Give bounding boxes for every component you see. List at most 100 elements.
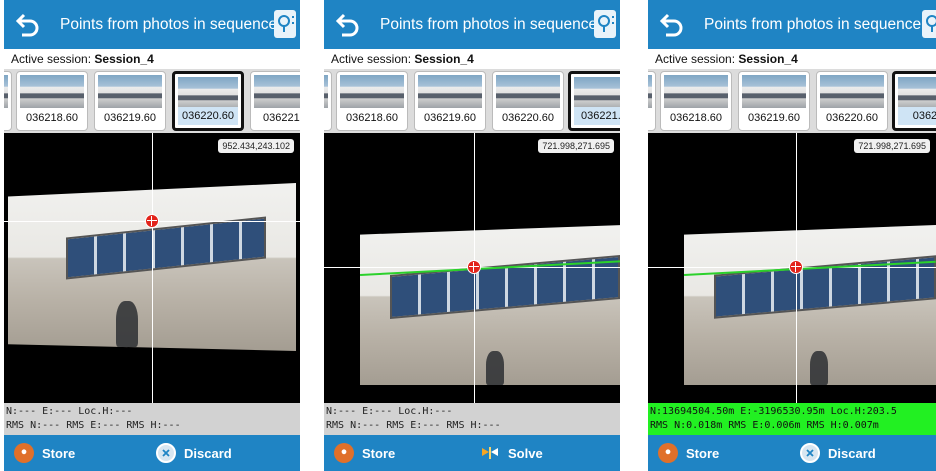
image-coordinate-readout: 952.434,243.102 xyxy=(218,139,294,153)
photo-thumbnail[interactable]: 036219.60 xyxy=(94,71,166,131)
photo-thumbnail[interactable]: 036219.60 xyxy=(414,71,486,131)
photo-thumbnail[interactable]: 036220.60 xyxy=(492,71,564,131)
session-name: Session_4 xyxy=(414,52,474,66)
thumbnail-label: 036220.60 xyxy=(178,107,238,125)
solve-button[interactable]: Solve xyxy=(480,435,543,471)
result-rms-line: RMS N:--- RMS E:--- RMS H:--- xyxy=(6,420,181,431)
photo-strip[interactable]: 036218.60 036219.60 036220.60 036221.6 xyxy=(324,69,620,133)
map-pin-menu-icon[interactable] xyxy=(274,10,296,38)
point-marker-icon[interactable] xyxy=(789,260,803,274)
thumbnail-image xyxy=(496,75,560,108)
photo-thumbnail[interactable]: 036220.60 xyxy=(816,71,888,131)
thumbnail-image xyxy=(820,75,884,108)
screen-title: Points from photos in sequence xyxy=(704,16,922,33)
session-label: Active session: xyxy=(11,52,92,66)
photo-thumbnail[interactable]: 036218.60 xyxy=(16,71,88,131)
thumbnail-image xyxy=(418,75,482,108)
app-screen-2: Points from photos in sequence Active se… xyxy=(324,0,620,471)
screen-title: Points from photos in sequence xyxy=(60,16,278,33)
back-arrow-icon[interactable] xyxy=(12,9,44,41)
thumbnail-image xyxy=(574,77,620,110)
active-session-bar: Active session: Session_4 xyxy=(324,49,620,69)
thumbnail-label: 036219.60 xyxy=(424,112,476,124)
title-bar: Points from photos in sequence xyxy=(648,0,936,49)
bottom-action-bar: Store Discard xyxy=(4,435,300,471)
thumbnail-label: 036219.60 xyxy=(104,112,156,124)
photo-thumbnail[interactable] xyxy=(4,71,12,131)
discard-button-label: Discard xyxy=(184,445,232,461)
photo-thumbnail[interactable]: 036218.60 xyxy=(336,71,408,131)
store-pin-icon xyxy=(14,443,34,463)
building-photo xyxy=(684,225,936,385)
thumbnail-label: 036218.60 xyxy=(346,112,398,124)
thumbnail-image xyxy=(664,75,728,108)
photo-thumbnail-selected[interactable]: 036221.6 xyxy=(568,71,620,131)
solve-button-label: Solve xyxy=(508,445,543,461)
photo-thumbnail-selected[interactable]: 036220.60 xyxy=(172,71,244,131)
result-rms-line: RMS N:--- RMS E:--- RMS H:--- xyxy=(326,420,501,431)
discard-x-icon xyxy=(800,443,820,463)
store-button[interactable]: Store xyxy=(658,435,719,471)
photo-strip[interactable]: 036218.60 036219.60 036220.60 036221.6 xyxy=(4,69,300,133)
discard-button[interactable]: Discard xyxy=(800,435,876,471)
app-screen-1: Points from photos in sequence Active se… xyxy=(4,0,300,471)
back-arrow-icon[interactable] xyxy=(332,9,364,41)
coordinate-result-panel: N:13694504.50m E:-3196530.95m Loc.H:203.… xyxy=(648,403,936,435)
thumbnail-label: 03621 xyxy=(898,107,936,125)
image-coordinate-readout: 721.998,271.695 xyxy=(854,139,930,153)
app-screen-3: Points from photos in sequence Active se… xyxy=(648,0,936,471)
active-session-bar: Active session: Session_4 xyxy=(4,49,300,69)
session-label: Active session: xyxy=(655,52,736,66)
store-pin-icon xyxy=(658,443,678,463)
thumbnail-label: 036219.60 xyxy=(748,112,800,124)
coordinate-result-panel: N:--- E:--- Loc.H:--- RMS N:--- RMS E:--… xyxy=(4,403,300,435)
thumbnail-image xyxy=(742,75,806,108)
store-button-label: Store xyxy=(686,445,720,461)
result-rms-line: RMS N:0.018m RMS E:0.006m RMS H:0.007m xyxy=(650,420,879,431)
screenshot-root: Points from photos in sequence Active se… xyxy=(0,0,936,471)
photo-thumbnail[interactable]: 036221.6 xyxy=(250,71,300,131)
result-position-line: N:--- E:--- Loc.H:--- xyxy=(326,406,453,417)
session-name: Session_4 xyxy=(738,52,798,66)
thumbnail-label: 036221.6 xyxy=(574,107,620,125)
image-coordinate-readout: 721.998,271.695 xyxy=(538,139,614,153)
photo-viewer[interactable]: 721.998,271.695 xyxy=(324,133,620,403)
map-pin-menu-icon[interactable] xyxy=(922,10,936,38)
active-session-bar: Active session: Session_4 xyxy=(648,49,936,69)
thumbnail-image xyxy=(98,75,162,108)
point-marker-icon[interactable] xyxy=(145,214,159,228)
thumbnail-label: 036220.60 xyxy=(502,112,554,124)
store-button-label: Store xyxy=(42,445,76,461)
back-arrow-icon[interactable] xyxy=(656,9,688,41)
discard-button-label: Discard xyxy=(828,445,876,461)
crosshair-vertical xyxy=(152,133,153,403)
photo-thumbnail[interactable]: 036218.60 xyxy=(660,71,732,131)
photo-strip[interactable]: 036218.60 036219.60 036220.60 03621 xyxy=(648,69,936,133)
thumbnail-image xyxy=(254,75,300,108)
title-bar: Points from photos in sequence xyxy=(4,0,300,49)
photo-thumbnail-selected[interactable]: 03621 xyxy=(892,71,936,131)
screen-title: Points from photos in sequence xyxy=(380,16,598,33)
map-pin-menu-icon[interactable] xyxy=(594,10,616,38)
store-button-label: Store xyxy=(362,445,396,461)
store-button[interactable]: Store xyxy=(334,435,395,471)
photo-thumbnail[interactable]: 036219.60 xyxy=(738,71,810,131)
result-position-line: N:--- E:--- Loc.H:--- xyxy=(6,406,133,417)
thumbnail-label: 036221.6 xyxy=(263,112,300,124)
photo-viewer[interactable]: 952.434,243.102 xyxy=(4,133,300,403)
thumbnail-image xyxy=(178,77,238,110)
bottom-action-bar: Store Solve xyxy=(324,435,620,471)
coordinate-result-panel: N:--- E:--- Loc.H:--- RMS N:--- RMS E:--… xyxy=(324,403,620,435)
photo-viewer[interactable]: 721.998,271.695 xyxy=(648,133,936,403)
thumbnail-image xyxy=(20,75,84,108)
session-label: Active session: xyxy=(331,52,412,66)
building-photo xyxy=(360,225,620,385)
discard-button[interactable]: Discard xyxy=(156,435,232,471)
result-position-line: N:13694504.50m E:-3196530.95m Loc.H:203.… xyxy=(650,406,897,417)
discard-x-icon xyxy=(156,443,176,463)
photo-thumbnail[interactable] xyxy=(324,71,332,131)
photo-thumbnail[interactable] xyxy=(648,71,656,131)
thumbnail-image xyxy=(340,75,404,108)
store-button[interactable]: Store xyxy=(14,435,75,471)
point-marker-icon[interactable] xyxy=(467,260,481,274)
